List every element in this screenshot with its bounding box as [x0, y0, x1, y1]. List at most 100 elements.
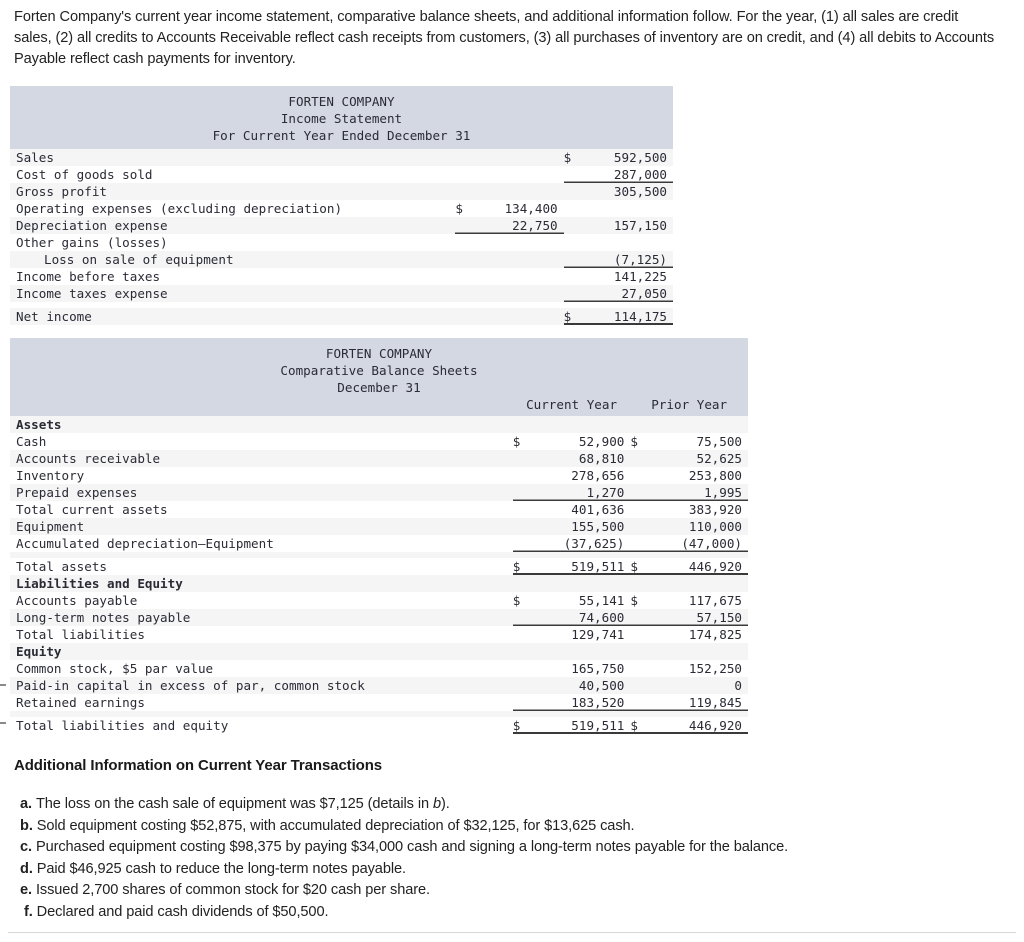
- amount-cell-a: [469, 149, 564, 166]
- amount-cell-b: 117,675: [644, 592, 748, 609]
- amount-cell-a: 519,511: [526, 558, 631, 575]
- table-row: Net income $114,175: [10, 308, 673, 325]
- income-statement-title: FORTEN COMPANY Income Statement For Curr…: [10, 86, 673, 149]
- currency-symbol-b: [630, 484, 645, 501]
- currency-symbol-b: [563, 183, 578, 200]
- currency-symbol-a: [455, 268, 470, 285]
- row-label: Operating expenses (excluding depreciati…: [10, 200, 456, 217]
- list-item: e. Issued 2,700 shares of common stock f…: [20, 880, 1010, 902]
- amount-cell-b: 446,920: [644, 717, 748, 734]
- table-row: Depreciation expense 22,750 157,150: [10, 217, 673, 234]
- row-label: Equity: [10, 643, 513, 660]
- row-label: Inventory: [10, 467, 513, 484]
- amount-cell-b: 141,225: [577, 268, 673, 285]
- amount-cell-a: [469, 251, 564, 268]
- table-row: Long-term notes payable 74,600 57,150: [10, 609, 748, 626]
- list-item-text: Paid $46,925 cash to reduce the long-ter…: [36, 860, 406, 877]
- currency-symbol-a: $: [512, 592, 527, 609]
- list-item-text: Sold equipment costing $52,875, with acc…: [36, 817, 635, 834]
- table-row: Gross profit 305,500: [10, 183, 673, 200]
- list-item-text: Purchased equipment costing $98,375 by p…: [35, 839, 789, 855]
- amount-cell-b: 57,150: [644, 609, 748, 626]
- table-row: Sales $592,500: [10, 149, 673, 166]
- row-label: Other gains (losses): [10, 234, 456, 251]
- amount-cell-b: 383,920: [644, 501, 748, 518]
- amount-cell-a: 74,600: [526, 609, 631, 626]
- currency-symbol-b: $: [630, 717, 645, 734]
- currency-symbol-a: [512, 660, 527, 677]
- income-statement-title-row-1: FORTEN COMPANY: [10, 86, 673, 110]
- income-statement-title-row-2: Income Statement: [10, 110, 673, 127]
- currency-symbol-a: [455, 308, 470, 325]
- list-item: c. Purchased equipment costing $98,375 b…: [20, 837, 1010, 859]
- balance-sheet-period: December 31: [10, 379, 748, 396]
- amount-cell-a: [526, 643, 631, 660]
- balance-sheet-title: FORTEN COMPANY Comparative Balance Sheet…: [10, 338, 748, 416]
- amount-cell-b: 253,800: [644, 467, 748, 484]
- row-label: Depreciation expense: [10, 217, 456, 234]
- table-row: Cost of goods sold 287,000: [10, 166, 673, 183]
- list-item-marker: d.: [20, 860, 37, 877]
- income-statement-name: Income Statement: [10, 110, 673, 127]
- intro-paragraph: Forten Company's current year income sta…: [14, 9, 995, 67]
- amount-cell-a: 278,656: [526, 467, 631, 484]
- row-label: Accumulated depreciation–Equipment: [10, 535, 513, 552]
- row-label: Cash: [10, 433, 513, 450]
- amount-cell-b: [644, 575, 748, 592]
- list-item-marker: b.: [20, 817, 37, 834]
- amount-cell-a: (37,625): [526, 535, 631, 552]
- amount-cell-a: [469, 183, 564, 200]
- currency-symbol-b: [630, 518, 645, 535]
- currency-symbol-b: [630, 535, 645, 552]
- row-label: Equipment: [10, 518, 513, 535]
- table-row: Liabilities and Equity: [10, 575, 748, 592]
- list-item-marker: e.: [20, 882, 36, 898]
- amount-cell-a: 55,141: [526, 592, 631, 609]
- amount-cell-a: [469, 234, 564, 251]
- amount-cell-b: 114,175: [577, 308, 673, 325]
- currency-symbol-a: [455, 149, 470, 166]
- balance-sheet-title-row-1: FORTEN COMPANY: [10, 338, 748, 362]
- amount-cell-a: 155,500: [526, 518, 631, 535]
- table-row: Retained earnings 183,520 119,845: [10, 694, 748, 711]
- table-row: Accumulated depreciation–Equipment (37,62…: [10, 535, 748, 552]
- amount-cell-a: [469, 268, 564, 285]
- table-row: Total assets $519,511 $446,920: [10, 558, 748, 575]
- amount-cell-b: [577, 234, 673, 251]
- amount-cell-a: 1,270: [526, 484, 631, 501]
- row-label: Gross profit: [10, 183, 456, 200]
- currency-symbol-b: [563, 268, 578, 285]
- table-row: Paid-in capital in excess of par, common…: [10, 677, 748, 694]
- list-item-text: The loss on the cash sale of equipment w…: [35, 796, 433, 812]
- row-label: Loss on sale of equipment: [10, 251, 456, 268]
- amount-cell-b: 305,500: [577, 183, 673, 200]
- table-row: Total current assets 401,636 383,920: [10, 501, 748, 518]
- currency-symbol-b: [563, 285, 578, 302]
- table-row: Accounts receivable 68,810 52,625: [10, 450, 748, 467]
- balance-sheet-title-row-3: December 31: [10, 379, 748, 396]
- row-label: Assets: [10, 416, 513, 433]
- balance-sheet-company: FORTEN COMPANY: [10, 338, 748, 362]
- currency-symbol-b: [630, 626, 645, 643]
- row-label: Prepaid expenses: [10, 484, 513, 501]
- amount-cell-a: [526, 416, 631, 433]
- list-item-reference: b: [432, 796, 441, 812]
- list-item-marker: a.: [20, 796, 36, 812]
- currency-symbol-b: [630, 643, 645, 660]
- amount-cell-a: [469, 285, 564, 302]
- currency-symbol-a: [512, 450, 527, 467]
- amount-cell-b: (7,125): [577, 251, 673, 268]
- currency-symbol-a: $: [512, 717, 527, 734]
- currency-symbol-a: [512, 609, 527, 626]
- row-label: Accounts payable: [10, 592, 513, 609]
- row-label: Total current assets: [10, 501, 513, 518]
- balance-sheet-name: Comparative Balance Sheets: [10, 362, 748, 379]
- currency-symbol-a: [512, 575, 527, 592]
- currency-symbol-a: [512, 518, 527, 535]
- column-header-prior-year: Prior Year: [630, 396, 748, 416]
- list-item-text: Declared and paid cash dividends of $50,…: [36, 903, 329, 920]
- row-label: Paid-in capital in excess of par, common…: [10, 677, 513, 694]
- amount-cell-b: 152,250: [644, 660, 748, 677]
- table-row: Loss on sale of equipment (7,125): [10, 251, 673, 268]
- table-row: Accounts payable $55,141 $117,675: [10, 592, 748, 609]
